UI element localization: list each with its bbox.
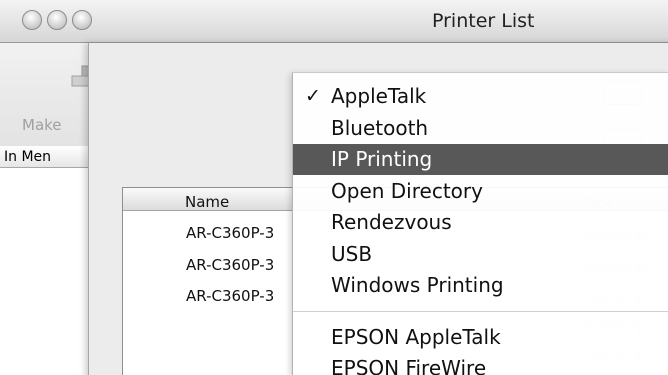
printer-list-window: Printer List Make In Men Name Type AR-C3… xyxy=(0,0,668,375)
menu-item-bluetooth[interactable]: Bluetooth xyxy=(293,113,668,144)
printer-row-name[interactable]: AR-C360P-3 xyxy=(186,287,274,305)
menu-item-label: Open Directory xyxy=(331,179,483,203)
in-menu-column-header[interactable]: In Men xyxy=(0,146,88,168)
make-default-button[interactable]: Make xyxy=(22,116,62,134)
minimize-button[interactable] xyxy=(47,10,67,30)
menu-item-epson-appletalk[interactable]: EPSON AppleTalk xyxy=(293,322,668,353)
window-title: Printer List xyxy=(432,10,535,32)
menu-item-label: USB xyxy=(331,242,373,266)
menu-item-ip-printing[interactable]: IP Printing xyxy=(293,144,668,175)
menu-item-usb[interactable]: USB xyxy=(293,239,668,270)
menu-item-label: Bluetooth xyxy=(331,116,429,140)
printer-row-name[interactable]: AR-C360P-3 xyxy=(186,224,274,242)
checkmark-icon: ✓ xyxy=(305,85,321,107)
menu-item-label: Windows Printing xyxy=(331,273,504,297)
menu-item-appletalk[interactable]: ✓ AppleTalk xyxy=(293,81,668,112)
printer-row-name[interactable]: AR-C360P-3 xyxy=(186,256,274,274)
menu-item-label: IP Printing xyxy=(331,147,433,171)
connection-type-menu: ✓ AppleTalk Bluetooth IP Printing Open D… xyxy=(292,72,668,375)
menu-item-label: EPSON AppleTalk xyxy=(331,325,501,349)
printer-sidebar-list[interactable] xyxy=(0,146,88,375)
menu-item-label: EPSON FireWire xyxy=(331,356,487,375)
menu-separator xyxy=(293,311,668,312)
close-button[interactable] xyxy=(22,10,42,30)
menu-item-windows-printing[interactable]: Windows Printing xyxy=(293,270,668,301)
title-bar: Printer List xyxy=(0,0,668,43)
menu-item-label: Rendezvous xyxy=(331,210,452,234)
menu-item-open-directory[interactable]: Open Directory xyxy=(293,176,668,207)
zoom-button[interactable] xyxy=(72,10,92,30)
menu-item-label: AppleTalk xyxy=(331,84,427,108)
name-column-header[interactable]: Name xyxy=(185,193,229,211)
menu-item-epson-firewire[interactable]: EPSON FireWire xyxy=(293,353,668,375)
menu-item-rendezvous[interactable]: Rendezvous xyxy=(293,207,668,238)
